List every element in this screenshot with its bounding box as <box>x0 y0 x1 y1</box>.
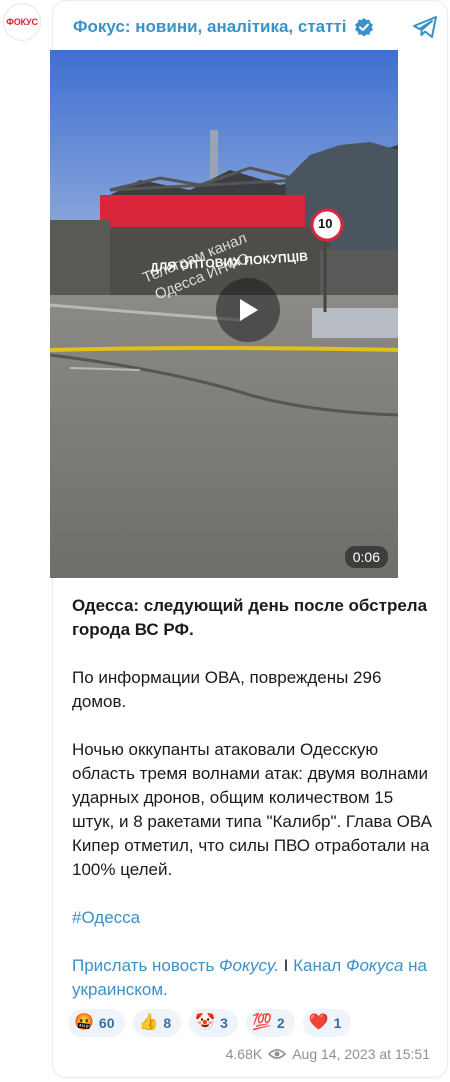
post-headline: Одесса: следующий день после обстрела го… <box>72 596 428 639</box>
reaction-angry[interactable]: 🤬 60 <box>68 1009 125 1037</box>
reaction-count: 3 <box>220 1015 228 1031</box>
reaction-count: 2 <box>276 1015 285 1031</box>
speed-sign: 10 <box>318 216 333 231</box>
heart-icon: ❤️ <box>308 1014 329 1031</box>
hashtag-link[interactable]: #Одесса <box>72 908 140 927</box>
telegram-icon[interactable] <box>411 13 439 41</box>
reactions-bar: 🤬 60 👍 8 🤡 3 💯 2 ❤️ 1 <box>68 1009 352 1037</box>
send-news-link-italic: Фокусу. <box>219 956 279 975</box>
play-icon <box>240 299 258 321</box>
avatar-logo-text: ФОКУС <box>6 17 38 27</box>
send-news-link-text: Прислать новость <box>72 956 220 975</box>
post-links: Прислать новость Фокусу. I Канал Фокуса … <box>72 954 432 1002</box>
channel-avatar[interactable]: ФОКУС <box>3 3 41 41</box>
post-text: Одесса: следующий день после обстрела го… <box>72 594 432 1002</box>
play-button[interactable] <box>216 278 280 342</box>
reaction-clown[interactable]: 🤡 3 <box>189 1009 238 1037</box>
reaction-count: 60 <box>98 1015 115 1031</box>
reaction-count: 1 <box>333 1015 342 1031</box>
channel-link-text: Канал <box>293 956 346 975</box>
reaction-heart[interactable]: ❤️ 1 <box>302 1009 352 1037</box>
send-news-link[interactable]: Прислать новость Фокусу. <box>72 956 279 975</box>
channel-link-italic: Фокуса <box>345 956 404 975</box>
verified-icon <box>354 18 373 37</box>
thumbs-up-icon: 👍 <box>138 1014 159 1031</box>
reaction-thumbs-up[interactable]: 👍 8 <box>132 1009 182 1037</box>
reaction-hundred[interactable]: 💯 2 <box>245 1009 295 1037</box>
post-paragraph-2: Ночью оккупанты атаковали Одесскую облас… <box>72 740 432 879</box>
post-paragraph-1: По информации ОВА, повреждены 296 домов. <box>72 668 382 711</box>
links-separator: I <box>278 956 294 975</box>
channel-title[interactable]: Фокус: новини, аналітика, статті <box>73 17 347 37</box>
angry-face-icon: 🤬 <box>74 1014 94 1031</box>
reaction-count: 8 <box>163 1015 172 1031</box>
clown-face-icon: 🤡 <box>195 1014 216 1031</box>
eye-icon <box>268 1049 287 1059</box>
video-player[interactable]: ДЛЯ ОПТОВИХ ПОКУПЦІВ 10 Телеграм канал О… <box>50 50 398 578</box>
post-header: Фокус: новини, аналітика, статті <box>73 13 437 41</box>
view-count: 4.68K <box>225 1046 263 1062</box>
post-hashtag: #Одесса <box>72 906 432 930</box>
hundred-points-icon: 💯 <box>251 1014 272 1031</box>
post-meta: 4.68K Aug 14, 2023 at 15:51 <box>226 1046 430 1062</box>
post-date[interactable]: Aug 14, 2023 at 15:51 <box>292 1046 430 1062</box>
video-duration: 0:06 <box>344 546 388 568</box>
